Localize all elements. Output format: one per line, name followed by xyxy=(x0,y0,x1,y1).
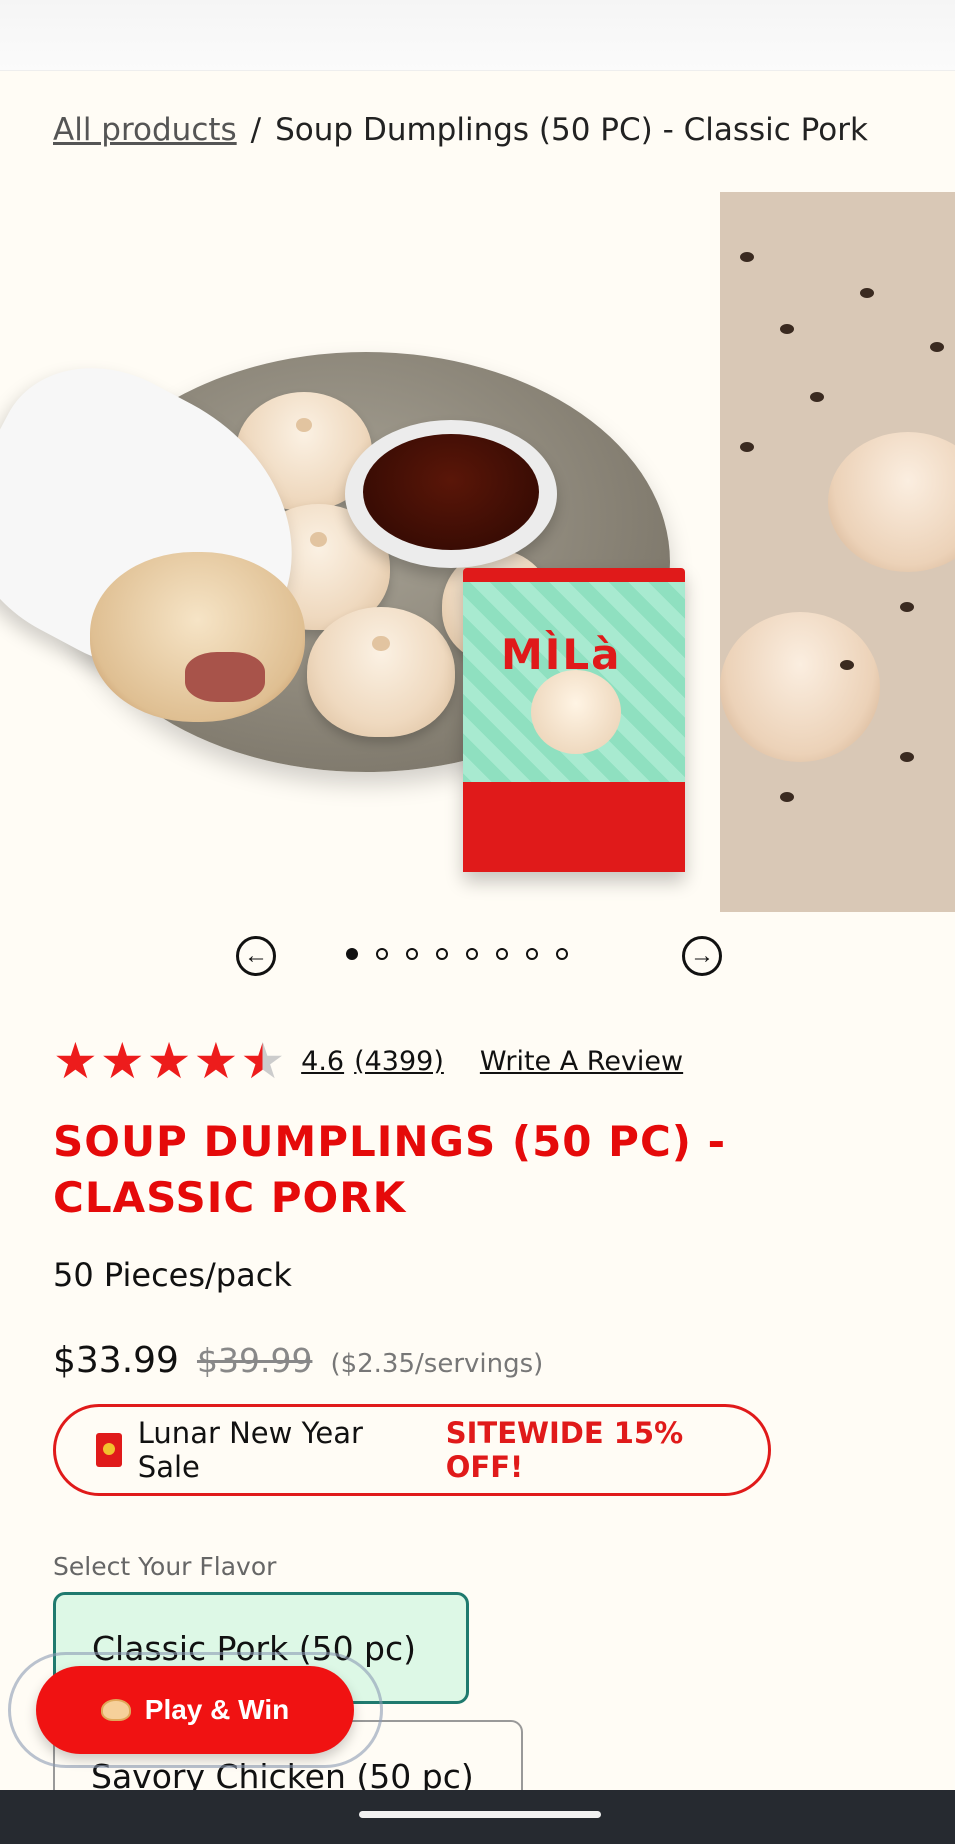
product-bag-image: MÌLà xyxy=(463,568,685,872)
steamer-hole xyxy=(860,288,874,298)
star-icon: ★ xyxy=(99,1032,145,1090)
rating-value-link[interactable]: 4.6 xyxy=(301,1046,344,1077)
star-rating: ★ ★ ★ ★ ★ xyxy=(53,1036,285,1086)
carousel-dot-4[interactable] xyxy=(436,948,448,960)
star-icon: ★ xyxy=(193,1032,239,1090)
breadcrumb-current: Soup Dumplings (50 PC) - Classic Pork xyxy=(275,112,868,148)
review-count-link[interactable]: (4399) xyxy=(354,1046,444,1077)
product-rating: ★ ★ ★ ★ ★ 4.6 (4399) Write A Review xyxy=(53,1036,683,1086)
product-title: SOUP DUMPLINGS (50 PC) - CLASSIC PORK xyxy=(53,1117,727,1222)
carousel-dot-8[interactable] xyxy=(556,948,568,960)
price-block: $33.99 $39.99 ($2.35/servings) xyxy=(53,1340,543,1381)
carousel-next-button[interactable]: → xyxy=(682,936,722,976)
product-image-gallery[interactable]: MÌLà xyxy=(0,192,955,912)
flavor-label: Select Your Flavor xyxy=(53,1552,277,1581)
promo-banner: Lunar New Year Sale SITEWIDE 15% OFF! xyxy=(53,1404,771,1496)
current-price: $33.99 xyxy=(53,1340,179,1381)
original-price: $39.99 xyxy=(196,1341,313,1380)
bag-band xyxy=(463,782,685,872)
red-envelope-icon xyxy=(96,1433,122,1467)
steamer-hole xyxy=(900,752,914,762)
carousel-prev-button[interactable]: ← xyxy=(236,936,276,976)
pack-size: 50 Pieces/pack xyxy=(53,1256,292,1294)
carousel-dot-6[interactable] xyxy=(496,948,508,960)
bag-dumpling-illustration xyxy=(531,670,621,754)
write-review-link[interactable]: Write A Review xyxy=(480,1046,683,1077)
star-icon: ★ xyxy=(53,1032,98,1090)
dumpling-icon xyxy=(100,1699,131,1721)
home-indicator[interactable] xyxy=(359,1811,601,1818)
breadcrumb-separator: / xyxy=(250,112,262,148)
spoon-dumpling-image xyxy=(90,552,305,722)
steamer-hole xyxy=(780,324,794,334)
steamer-hole xyxy=(900,602,914,612)
price-per-serving: ($2.35/servings) xyxy=(330,1349,544,1379)
steamer-hole xyxy=(930,342,944,352)
steamer-hole xyxy=(740,252,754,262)
carousel-dot-3[interactable] xyxy=(406,948,418,960)
star-icon: ★ xyxy=(146,1032,192,1090)
product-image-1: MÌLà xyxy=(0,192,705,912)
steamer-hole xyxy=(740,442,754,452)
breadcrumb: All products / Soup Dumplings (50 PC) - Cl… xyxy=(53,112,868,148)
dumpling-image xyxy=(307,607,455,737)
steamer-dumpling-image xyxy=(828,432,955,572)
top-bar xyxy=(0,0,955,71)
product-image-2 xyxy=(720,192,955,912)
arrow-right-icon: → xyxy=(690,942,714,969)
play-and-win-label: Play & Win xyxy=(144,1694,290,1725)
carousel-pagination xyxy=(346,948,568,960)
promo-highlight: SITEWIDE 15% OFF! xyxy=(445,1416,684,1484)
carousel-dot-7[interactable] xyxy=(526,948,538,960)
play-and-win-button[interactable]: Play & Win xyxy=(36,1666,354,1754)
steamer-dumpling-image xyxy=(720,612,880,762)
steamer-hole xyxy=(840,660,854,670)
steamer-hole xyxy=(780,792,794,802)
carousel-dot-2[interactable] xyxy=(376,948,388,960)
carousel-dot-1[interactable] xyxy=(346,948,358,960)
half-star-icon: ★ xyxy=(240,1032,286,1090)
breadcrumb-all-products-link[interactable]: All products xyxy=(53,112,237,148)
steamer-hole xyxy=(810,392,824,402)
carousel-dot-5[interactable] xyxy=(466,948,478,960)
promo-text: Lunar New Year Sale xyxy=(137,1416,363,1484)
arrow-left-icon: ← xyxy=(244,942,268,969)
sauce-bowl-image xyxy=(345,420,557,568)
